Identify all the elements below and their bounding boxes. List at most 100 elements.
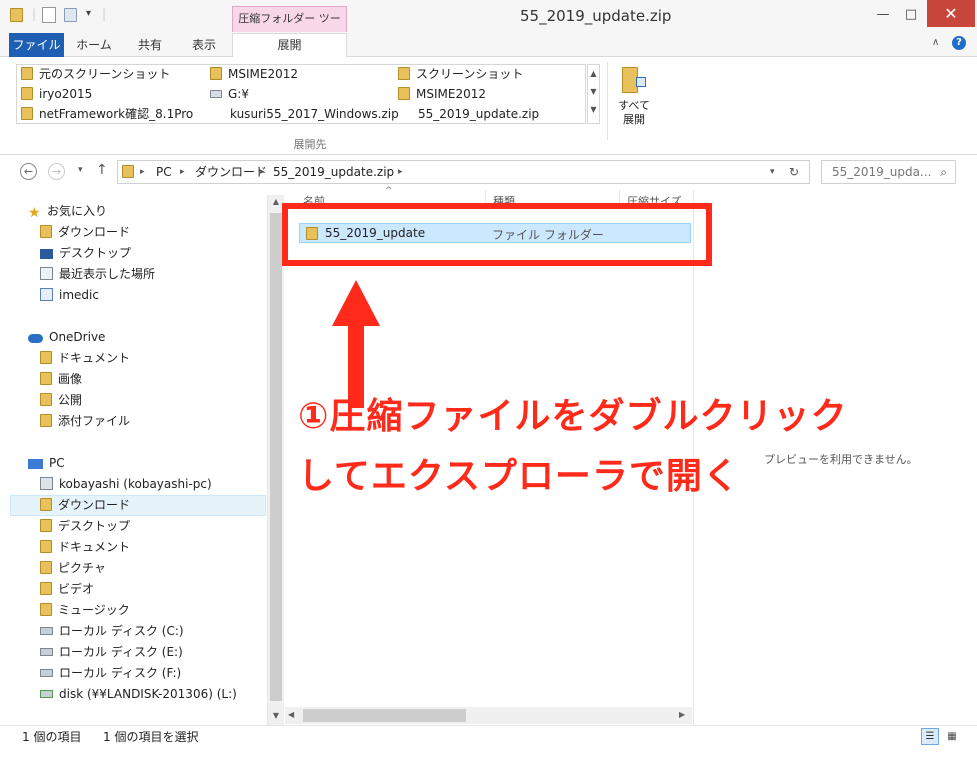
extract-all-icon — [622, 65, 646, 95]
tab-view[interactable]: 表示 — [178, 34, 230, 56]
tab-home[interactable]: ホーム — [68, 34, 120, 56]
nav-item-selected[interactable]: ダウンロード — [10, 495, 266, 516]
nav-item[interactable]: ピクチャ — [40, 558, 106, 578]
address-bar[interactable]: ▸ PC ▸ ダウンロード ▸ 55_2019_update.zip ▸ ▾ ↻ — [117, 160, 810, 184]
folder-icon — [40, 582, 52, 595]
scroll-up-icon[interactable]: ▲ — [588, 65, 599, 83]
network-drive-icon — [40, 690, 53, 698]
nav-item[interactable]: ローカル ディスク (C:) — [40, 621, 184, 641]
back-button[interactable]: ← — [20, 163, 37, 180]
nav-item[interactable]: ダウンロード — [40, 222, 130, 242]
folder-icon — [40, 603, 52, 616]
title-bar: | ▾ | 圧縮フォルダー ツール 55_2019_update.zip — □… — [0, 0, 977, 49]
gallery-item[interactable]: 元のスクリーンショット — [21, 65, 170, 83]
nav-item[interactable]: 画像 — [40, 369, 82, 389]
gallery-item[interactable]: MSIME2012 — [210, 65, 298, 83]
folder-icon — [40, 372, 52, 385]
item-count: 1 個の項目 — [22, 730, 82, 744]
folder-icon — [40, 393, 52, 406]
breadcrumb-downloads[interactable]: ダウンロード — [195, 164, 267, 180]
selected-count: 1 個の項目を選択 — [103, 730, 199, 744]
nav-item[interactable]: ドキュメント — [40, 537, 130, 557]
extract-destination-gallery: 元のスクリーンショット MSIME2012 スクリーンショット iryo2015… — [16, 64, 586, 124]
new-folder-icon[interactable] — [64, 8, 77, 22]
breadcrumb-zip[interactable]: 55_2019_update.zip — [273, 164, 394, 180]
gallery-item[interactable]: 55_2019_update.zip — [418, 105, 539, 123]
nav-pc[interactable]: PC — [28, 453, 65, 473]
nav-item[interactable]: ビデオ — [40, 579, 94, 599]
folder-icon — [40, 351, 52, 364]
annotation-line-2: してエクスプローラで開く — [298, 456, 740, 497]
up-arrow-icon[interactable]: ↑ — [96, 162, 108, 178]
toolbar-separator: | — [32, 7, 37, 21]
gallery-scroll[interactable]: ▲ ▼ ▼ — [587, 64, 600, 124]
search-input[interactable]: 55_2019_upda... ⌕ — [821, 160, 956, 184]
folder-icon — [210, 67, 222, 80]
extract-all-button[interactable]: すべて 展開 — [614, 65, 654, 127]
nav-item[interactable]: ドキュメント — [40, 348, 130, 368]
tab-share[interactable]: 共有 — [124, 34, 176, 56]
navigation-pane: ★ お気に入り ダウンロード デスクトップ 最近表示した場所 imedic One… — [0, 194, 283, 724]
close-button[interactable]: ✕ — [927, 0, 975, 27]
properties-icon[interactable] — [42, 7, 56, 23]
scroll-right-icon[interactable]: ▶ — [679, 710, 685, 719]
nav-scrollbar[interactable]: ▲ ▼ — [267, 195, 284, 725]
nav-item[interactable]: kobayashi (kobayashi-pc) — [40, 474, 212, 494]
folder-icon[interactable] — [10, 8, 23, 22]
chevron-down-icon[interactable]: ▾ — [86, 8, 91, 19]
gallery-item[interactable]: kusuri55_2017_Windows.zip — [230, 105, 399, 123]
gallery-item[interactable]: G:¥ — [210, 85, 249, 103]
nav-item[interactable]: デスクトップ — [40, 243, 131, 263]
gallery-item[interactable]: iryo2015 — [21, 85, 92, 103]
refresh-icon[interactable]: ↻ — [789, 164, 799, 180]
details-view-icon[interactable]: ☰ — [921, 728, 939, 745]
scroll-down-icon[interactable]: ▼ — [268, 711, 284, 720]
nav-item[interactable]: 最近表示した場所 — [40, 264, 155, 284]
gallery-item[interactable]: netFramework確認_8.1Pro — [21, 105, 193, 123]
large-icons-view-icon[interactable]: ▦ — [943, 728, 961, 745]
chevron-up-icon[interactable]: ∧ — [932, 37, 939, 48]
recent-places-icon — [40, 267, 53, 280]
window-title: 55_2019_update.zip — [520, 7, 672, 25]
scroll-thumb[interactable] — [303, 709, 466, 722]
help-icon[interactable]: ? — [952, 36, 966, 50]
breadcrumb-pc[interactable]: PC — [156, 164, 172, 180]
computer-icon — [28, 459, 43, 469]
context-tab-label: 圧縮フォルダー ツール — [232, 6, 347, 49]
folder-icon — [40, 561, 52, 574]
tab-file[interactable]: ファイル — [9, 33, 64, 57]
nav-item[interactable]: imedic — [40, 285, 99, 305]
forward-button[interactable]: → — [48, 163, 65, 180]
folder-icon — [21, 107, 33, 120]
desktop-icon — [40, 249, 53, 259]
nav-item[interactable]: ローカル ディスク (F:) — [40, 663, 181, 683]
folder-icon — [21, 87, 33, 100]
expand-gallery-icon[interactable]: ▼ — [588, 101, 599, 119]
file-list-hscrollbar[interactable]: ◀ ▶ — [285, 707, 692, 724]
nav-favorites[interactable]: ★ お気に入り — [28, 201, 107, 221]
nav-item[interactable]: ミュージック — [40, 600, 130, 620]
maximize-button[interactable]: □ — [898, 4, 924, 26]
address-row: ← → ▾ ↑ ▸ PC ▸ ダウンロード ▸ 55_2019_update.z… — [0, 158, 977, 186]
search-icon[interactable]: ⌕ — [940, 161, 947, 183]
nav-item[interactable]: デスクトップ — [40, 516, 130, 536]
recent-locations-icon[interactable]: ▾ — [78, 165, 83, 175]
minimize-button[interactable]: — — [870, 4, 896, 26]
up-arrow-annotation-head — [332, 280, 380, 326]
nav-onedrive[interactable]: OneDrive — [28, 327, 105, 347]
chevron-down-icon[interactable]: ▾ — [770, 164, 775, 180]
nav-item[interactable]: ローカル ディスク (E:) — [40, 642, 183, 662]
ribbon-group-label: 展開先 — [293, 138, 327, 151]
gallery-item[interactable]: MSIME2012 — [398, 85, 486, 103]
nav-item[interactable]: disk (¥¥LANDISK-201306) (L:) — [40, 684, 237, 704]
tab-extract[interactable]: 展開 — [232, 33, 347, 58]
nav-item[interactable]: 公開 — [40, 390, 82, 410]
scroll-thumb[interactable] — [270, 213, 282, 701]
gallery-item[interactable]: スクリーンショット — [398, 65, 523, 83]
drive-icon — [40, 627, 53, 635]
folder-icon — [40, 540, 52, 553]
scroll-down-icon[interactable]: ▼ — [588, 83, 599, 101]
scroll-left-icon[interactable]: ◀ — [288, 710, 294, 719]
nav-item[interactable]: 添付ファイル — [40, 411, 130, 431]
folder-icon — [40, 519, 52, 532]
